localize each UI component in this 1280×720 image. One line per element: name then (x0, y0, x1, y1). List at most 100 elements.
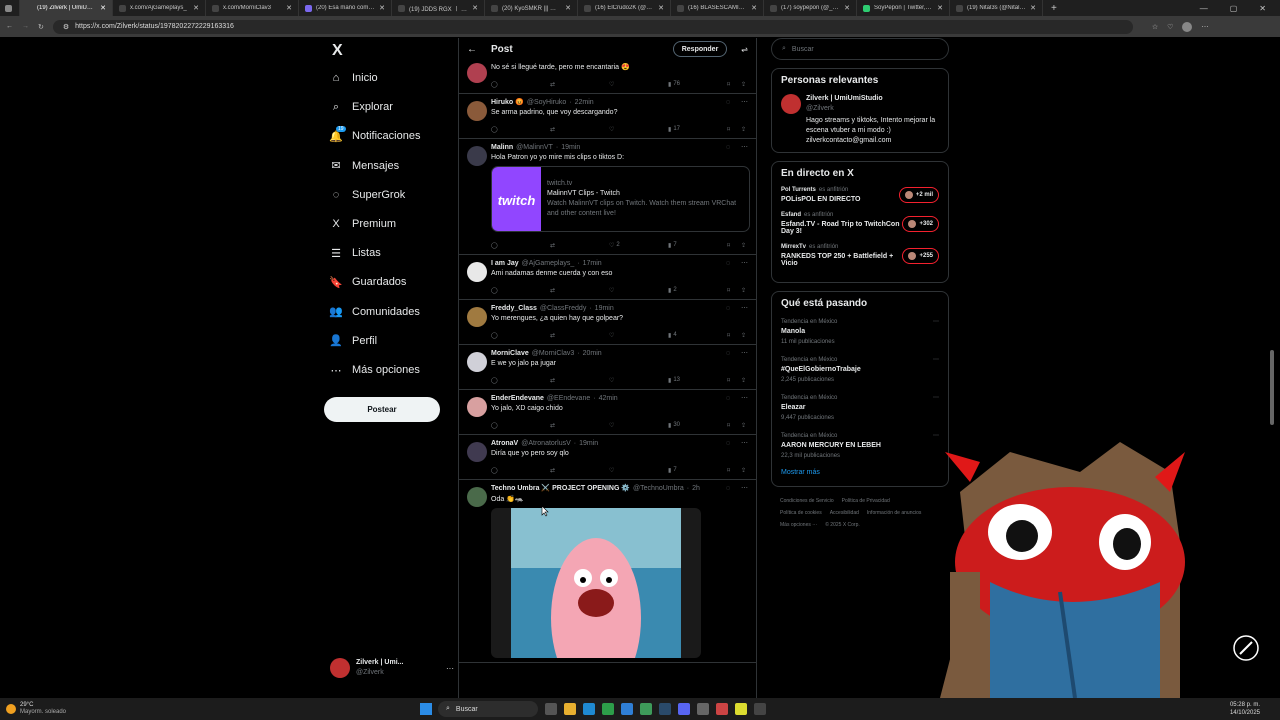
tweet-author-name[interactable]: Hiruko 😡 (491, 98, 524, 106)
tweet-avatar[interactable] (467, 352, 487, 372)
page-scrollbar[interactable] (1270, 350, 1274, 425)
file-explorer-icon[interactable] (564, 703, 576, 715)
tweet-author-name[interactable]: Techno Umbra ⚔️ PROJECT OPENING ⚙️ (491, 484, 630, 492)
tweet-handle[interactable]: @ClassFreddy (540, 305, 586, 312)
views-action[interactable]: ▮ 2 (668, 287, 727, 294)
sidebar-item-explorar[interactable]: ⌕ Explorar (330, 101, 393, 114)
tweet-time[interactable]: 2h (692, 485, 700, 492)
retweet-action[interactable]: ⇄ (550, 126, 609, 133)
reply-settings-icon[interactable]: ⇌ (741, 45, 748, 54)
forward-icon[interactable]: → (22, 23, 29, 30)
grok-icon[interactable]: ◌ (726, 350, 730, 357)
post-button[interactable]: Postear (324, 397, 440, 422)
reply-tweet[interactable]: Techno Umbra ⚔️ PROJECT OPENING ⚙️ @Techn… (459, 480, 756, 663)
tweet-more-icon[interactable]: ⋯ (741, 484, 748, 492)
steam-icon[interactable] (659, 703, 671, 715)
browser-tab[interactable]: (16) ElCrudo2K (@ElCrudo ✕ (578, 0, 671, 16)
taskbar-clock[interactable]: 05:28 p. m. 14/10/2025 (1230, 701, 1280, 717)
site-info-icon[interactable]: ⚙ (63, 23, 69, 31)
chrome-icon[interactable] (602, 703, 614, 715)
link-card[interactable]: twitch twitch.tv MalinnVT Clips - Twitch Wa… (491, 166, 750, 232)
app2-icon[interactable] (716, 703, 728, 715)
browser-tab[interactable]: (16) BLASESCAMILLA (@bla✕ (671, 0, 764, 16)
tweet-more-icon[interactable]: ⋯ (741, 143, 748, 151)
browser-tab[interactable]: (20) Esa mano compa - Twi✕ (299, 0, 392, 16)
share-icon[interactable]: ⇪ (741, 467, 746, 474)
like-action[interactable]: ♡ (609, 332, 668, 339)
views-action[interactable]: ▮ 4 (668, 332, 727, 339)
sidebar-item-notificaciones[interactable]: 🔔 19 Notificaciones (329, 126, 420, 143)
like-action[interactable]: ♡ (609, 467, 668, 474)
url-field[interactable]: ⚙ https://x.com/Zilverk/status/1978202272… (52, 19, 1133, 34)
tweet-handle[interactable]: @MalinnVT (516, 144, 553, 151)
sidebar-item-comunidades[interactable]: 👥 Comunidades (329, 306, 420, 319)
browser-tab[interactable]: (19) Nital3s (@Nital3sYT) / ✕ (950, 0, 1043, 16)
sidebar-item-premium[interactable]: X Premium (330, 218, 396, 230)
tweet-more-icon[interactable]: ⋯ (741, 98, 748, 106)
footer-link[interactable]: Información de anuncios (867, 507, 921, 519)
footer-link[interactable]: Política de cookies (780, 507, 822, 519)
retweet-action[interactable]: ⇄ (550, 422, 609, 429)
tweet-avatar[interactable] (467, 101, 487, 121)
tweet-time[interactable]: 22min (575, 99, 594, 106)
like-action[interactable]: ♡ (609, 377, 668, 384)
grok-icon[interactable]: ◌ (726, 395, 730, 402)
tweet-gif[interactable] (491, 508, 701, 658)
tab-close-icon[interactable]: ✕ (193, 4, 199, 12)
tweet-more-icon[interactable]: ⋯ (741, 394, 748, 402)
sidebar-item-perfil[interactable]: 👤 Perfil (329, 335, 377, 348)
reply-action[interactable]: ◯ (491, 287, 550, 294)
reply-action[interactable]: ◯ (491, 242, 550, 249)
trend-item[interactable]: Tendencia en México Manola 11 mil publicac… (781, 317, 939, 347)
grok-icon[interactable]: ◌ (726, 99, 730, 106)
reply-action[interactable]: ◯ (491, 126, 550, 133)
grok-icon[interactable]: ◌ (726, 440, 730, 447)
tweet-time[interactable]: 17min (583, 260, 602, 267)
tweet-avatar[interactable] (467, 307, 487, 327)
reply-action[interactable]: ◯ (491, 332, 550, 339)
taskbar-search[interactable]: ⌕ Buscar (438, 701, 538, 717)
tweet-more-icon[interactable]: ⋯ (741, 439, 748, 447)
browser-menu-icon[interactable]: ⋯ (1201, 23, 1208, 31)
tweet-author-name[interactable]: I am Jay (491, 260, 519, 267)
x-logo[interactable]: X (332, 42, 343, 60)
favorites-icon[interactable]: ♡ (1167, 23, 1173, 31)
grok-icon[interactable]: ◌ (726, 485, 730, 492)
bookmark-icon[interactable]: ⌑ (727, 422, 741, 429)
bookmark-icon[interactable]: ⌑ (727, 287, 741, 294)
edge-icon[interactable] (583, 703, 595, 715)
reply-tweet[interactable]: AtronaV @AtronatorlusV · 19min ◌ ⋯ Diría que y… (459, 435, 756, 480)
tweet-more-icon[interactable]: ⋯ (741, 349, 748, 357)
sidebar-item-inicio[interactable]: ⌂ Inicio (330, 72, 378, 84)
taskview-icon[interactable] (545, 703, 557, 715)
share-icon[interactable]: ⇪ (741, 377, 746, 384)
footer-link[interactable]: Política de Privacidad (842, 495, 890, 507)
grok-icon[interactable]: ◌ (726, 305, 730, 312)
live-listeners[interactable]: +2 mil (898, 187, 939, 203)
tab-close-icon[interactable]: ✕ (286, 4, 292, 12)
tweet-author-name[interactable]: Freddy_Class (491, 305, 537, 312)
trend-item[interactable]: Tendencia en México AARON MERCURY EN LEBE… (781, 431, 939, 461)
app3-icon[interactable] (735, 703, 747, 715)
reply-action[interactable]: ◯ (491, 422, 550, 429)
vscode-icon[interactable] (621, 703, 633, 715)
like-action[interactable]: ♡ (609, 287, 668, 294)
bookmark-icon[interactable]: ⌑ (727, 242, 741, 249)
back-arrow-icon[interactable]: ← (467, 44, 477, 55)
trend-more-icon[interactable]: ⋯ (933, 355, 939, 365)
tab-close-icon[interactable]: ✕ (379, 4, 385, 12)
views-action[interactable]: ▮ 30 (668, 422, 727, 429)
live-item[interactable]: Esfand es anfitrión Esfand.TV - Road Trip … (781, 212, 939, 235)
grok-icon[interactable]: ◌ (726, 144, 730, 151)
maximize-icon[interactable]: ▢ (1230, 4, 1238, 13)
account-more-icon[interactable]: ··· (446, 664, 454, 673)
retweet-action[interactable]: ⇄ (550, 242, 609, 249)
back-icon[interactable]: ← (6, 23, 13, 30)
retweet-action[interactable]: ⇄ (550, 332, 609, 339)
weather-widget[interactable]: 29°C Mayorm. soleado (0, 702, 420, 716)
trend-more-icon[interactable]: ⋯ (933, 393, 939, 403)
extensions-icon[interactable]: ☆ (1152, 23, 1158, 31)
live-item[interactable]: Pol Turrents es anfitrión POLisPOL EN DIRE… (781, 187, 939, 203)
tab-close-icon[interactable]: ✕ (472, 4, 478, 12)
share-icon[interactable]: ⇪ (741, 332, 746, 339)
